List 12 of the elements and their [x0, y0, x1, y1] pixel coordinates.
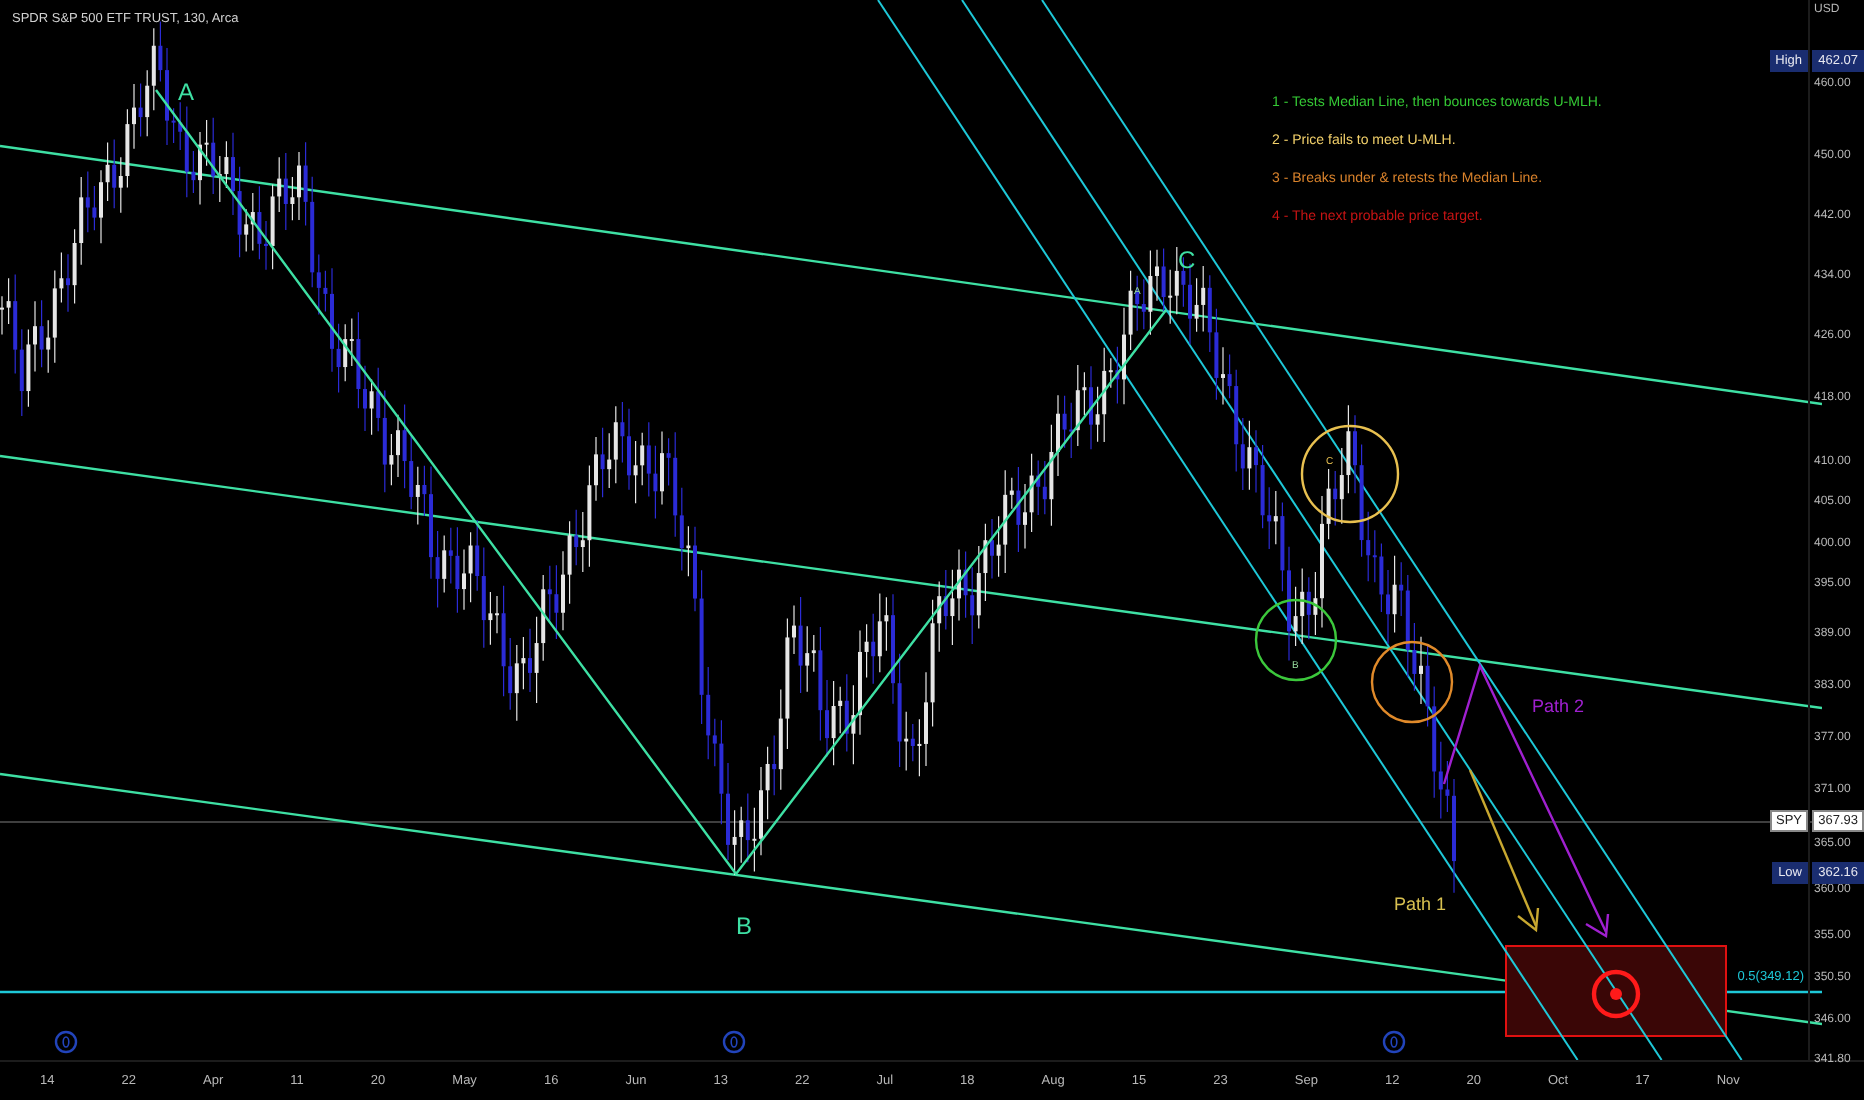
- target-icon: [1591, 969, 1641, 1019]
- path-label: Path 2: [1532, 696, 1585, 716]
- wave-label: A: [178, 78, 195, 106]
- event-icon: [54, 1030, 78, 1054]
- event-icon: [1382, 1030, 1406, 1054]
- marker-circle: [1300, 424, 1400, 524]
- event-icon: [722, 1030, 746, 1054]
- path-label: Path 1: [1394, 894, 1447, 914]
- wave-label: B: [736, 912, 753, 940]
- wave-label: C: [1178, 246, 1196, 274]
- marker-circle: [1370, 640, 1454, 724]
- marker-circle: [1254, 598, 1338, 682]
